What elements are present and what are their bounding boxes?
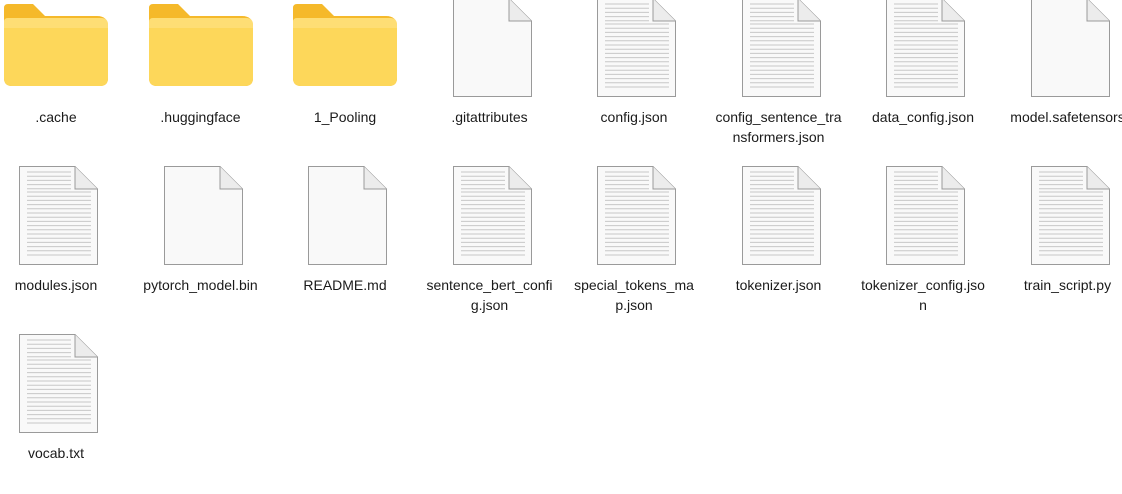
file-item[interactable]: train_script.py (999, 166, 1122, 326)
file-item[interactable]: special_tokens_map.json (565, 166, 703, 326)
blank-file-icon (999, 0, 1122, 104)
folder-icon (132, 0, 270, 104)
folder-icon (0, 0, 125, 104)
folder-item[interactable]: .cache (0, 0, 125, 158)
text-file-icon (999, 166, 1122, 272)
item-name-label: .cache (0, 107, 121, 127)
file-item[interactable]: sentence_bert_config.json (421, 166, 559, 326)
item-name-label: train_script.py (1003, 275, 1122, 295)
text-file-icon (0, 166, 125, 272)
folder-icon (276, 0, 414, 104)
blank-file-icon (421, 0, 559, 104)
file-item[interactable]: tokenizer.json (710, 166, 848, 326)
item-name-label: config_sentence_transformers.json (714, 107, 844, 147)
item-name-label: vocab.txt (0, 443, 121, 463)
text-file-icon (565, 166, 703, 272)
item-name-label: tokenizer.json (714, 275, 844, 295)
text-file-icon (854, 0, 992, 104)
text-file-icon (710, 0, 848, 104)
file-item[interactable]: vocab.txt (0, 334, 125, 494)
file-item[interactable]: config.json (565, 0, 703, 158)
item-name-label: pytorch_model.bin (136, 275, 266, 295)
blank-file-icon (132, 166, 270, 272)
file-item[interactable]: data_config.json (854, 0, 992, 158)
item-name-label: README.md (280, 275, 410, 295)
text-file-icon (710, 166, 848, 272)
folder-item[interactable]: 1_Pooling (276, 0, 414, 158)
item-name-label: modules.json (0, 275, 121, 295)
text-file-icon (0, 334, 125, 440)
text-file-icon (421, 166, 559, 272)
file-item[interactable]: .gitattributes (421, 0, 559, 158)
item-name-label: sentence_bert_config.json (425, 275, 555, 315)
file-item[interactable]: pytorch_model.bin (132, 166, 270, 326)
item-name-label: model.safetensors (1003, 107, 1122, 127)
item-name-label: data_config.json (858, 107, 988, 127)
item-name-label: special_tokens_map.json (569, 275, 699, 315)
file-item[interactable]: tokenizer_config.json (854, 166, 992, 326)
item-name-label: config.json (569, 107, 699, 127)
blank-file-icon (276, 166, 414, 272)
file-item[interactable]: README.md (276, 166, 414, 326)
file-item[interactable]: modules.json (0, 166, 125, 326)
file-item[interactable]: model.safetensors (999, 0, 1122, 158)
file-item[interactable]: config_sentence_transformers.json (710, 0, 848, 158)
text-file-icon (565, 0, 703, 104)
file-grid: .cache .huggingface 1_Pooling .gitattrib… (0, 0, 1122, 462)
text-file-icon (854, 166, 992, 272)
folder-item[interactable]: .huggingface (132, 0, 270, 158)
item-name-label: 1_Pooling (280, 107, 410, 127)
item-name-label: tokenizer_config.json (858, 275, 988, 315)
item-name-label: .gitattributes (425, 107, 555, 127)
item-name-label: .huggingface (136, 107, 266, 127)
